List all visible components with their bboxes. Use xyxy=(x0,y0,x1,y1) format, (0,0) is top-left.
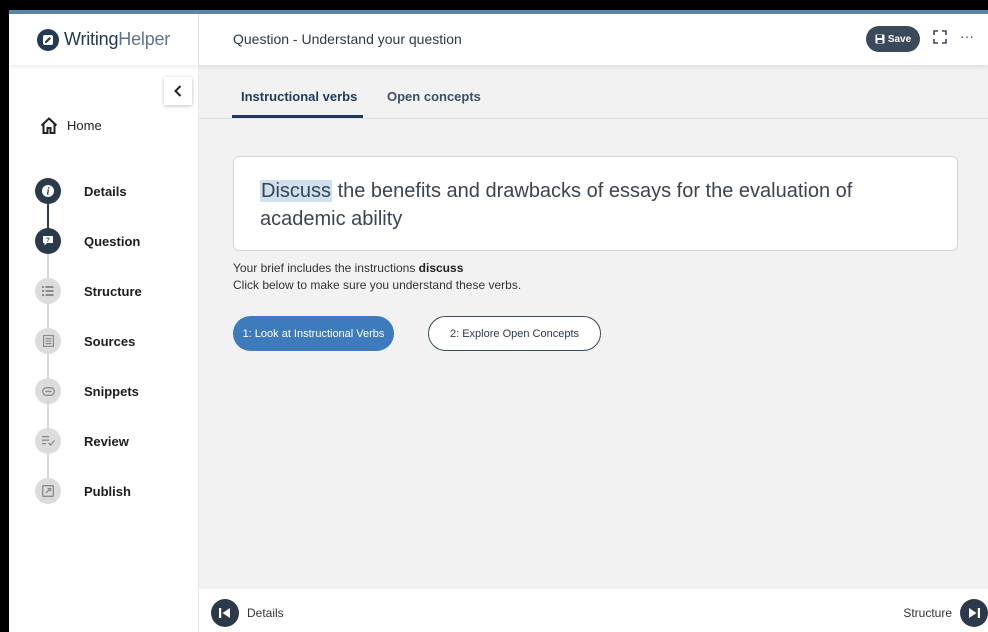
brand[interactable]: WritingHelper xyxy=(9,14,199,65)
sidebar-item-label: Structure xyxy=(84,283,142,299)
highlighted-verb[interactable]: Discuss xyxy=(260,180,333,202)
fullscreen-icon[interactable] xyxy=(933,30,947,44)
tab-instructional-verbs[interactable]: Instructional verbs xyxy=(241,89,357,104)
brief-text: Your brief includes the instructions dis… xyxy=(233,260,521,294)
skip-next-icon xyxy=(960,599,988,627)
sidebar-item-question[interactable]: ? Question xyxy=(35,228,140,254)
step-marker: ? xyxy=(35,228,61,254)
sidebar-item-label: Snippets xyxy=(84,383,139,399)
tab-open-concepts[interactable]: Open concepts xyxy=(387,89,481,104)
step-marker xyxy=(35,378,61,404)
home-icon xyxy=(40,117,58,134)
brief-line-1: Your brief includes the instructions dis… xyxy=(233,260,521,277)
step-marker xyxy=(35,278,61,304)
footer-nav: Details Structure xyxy=(199,589,988,632)
previous-step-label: Details xyxy=(247,606,284,620)
collapse-sidebar-button[interactable] xyxy=(164,77,192,105)
more-options-icon[interactable]: ··· xyxy=(960,28,974,44)
page-title: Question - Understand your question xyxy=(233,31,462,47)
sidebar-item-details[interactable]: i Details xyxy=(35,178,127,204)
step-marker: i xyxy=(35,178,61,204)
sidebar-item-label: Question xyxy=(84,233,141,249)
sidebar-item-label: Review xyxy=(84,433,129,449)
floppy-disk-icon xyxy=(875,34,885,44)
brand-name-part1: Writing xyxy=(64,29,119,49)
save-button[interactable]: Save xyxy=(866,26,920,52)
chevron-left-icon xyxy=(174,85,182,97)
sidebar-item-structure[interactable]: Structure xyxy=(35,278,142,304)
sidebar-item-label: Details xyxy=(84,183,127,199)
question-remainder: the benefits and drawbacks of essays for… xyxy=(260,180,853,230)
step-marker xyxy=(35,428,61,454)
tab-bar: Instructional verbs Open concepts xyxy=(199,65,988,119)
brief-line-2: Click below to make sure you understand … xyxy=(233,278,522,292)
skip-previous-icon xyxy=(211,599,239,627)
sidebar-item-publish[interactable]: Publish xyxy=(35,478,131,504)
app-window: WritingHelper Question - Understand your… xyxy=(9,10,988,632)
next-step-label: Structure xyxy=(903,606,952,620)
writinghelper-logo-icon xyxy=(37,28,59,51)
save-button-label: Save xyxy=(887,33,912,45)
question-bubble-icon: ? xyxy=(43,236,53,246)
explore-open-concepts-button[interactable]: 2: Explore Open Concepts xyxy=(428,316,601,351)
brief-verb: discuss xyxy=(418,261,464,275)
list-icon xyxy=(42,286,54,296)
checklist-icon xyxy=(41,436,55,446)
step-marker xyxy=(35,328,61,354)
sidebar-item-sources[interactable]: Sources xyxy=(35,328,135,354)
sidebar-item-label: Sources xyxy=(84,333,136,349)
sidebar-item-review[interactable]: Review xyxy=(35,428,129,454)
brand-name: WritingHelper xyxy=(64,29,170,50)
next-step-button[interactable]: Structure xyxy=(903,599,988,627)
svg-text:?: ? xyxy=(46,238,50,244)
sidebar-item-label: Home xyxy=(67,118,102,133)
info-icon: i xyxy=(42,185,54,198)
document-icon xyxy=(42,335,54,347)
header: WritingHelper Question - Understand your… xyxy=(9,14,988,65)
sidebar: Home i Details ? Question Structure Sour… xyxy=(9,65,199,632)
sidebar-item-label: Publish xyxy=(84,483,131,499)
look-at-instructional-verbs-button[interactable]: 1: Look at Instructional Verbs xyxy=(233,316,394,351)
question-text: Discuss the benefits and drawbacks of es… xyxy=(260,177,927,233)
question-card: Discuss the benefits and drawbacks of es… xyxy=(233,156,958,251)
brand-name-part2: Helper xyxy=(118,29,171,49)
sidebar-item-snippets[interactable]: Snippets xyxy=(35,378,139,404)
clip-icon xyxy=(41,386,55,396)
sidebar-item-home[interactable]: Home xyxy=(40,117,102,134)
active-tab-indicator xyxy=(232,115,363,118)
step-marker xyxy=(35,478,61,504)
external-link-icon xyxy=(42,485,54,497)
svg-text:i: i xyxy=(47,187,50,198)
previous-step-button[interactable]: Details xyxy=(211,599,284,627)
brief-prefix: Your brief includes the instructions xyxy=(233,261,419,275)
